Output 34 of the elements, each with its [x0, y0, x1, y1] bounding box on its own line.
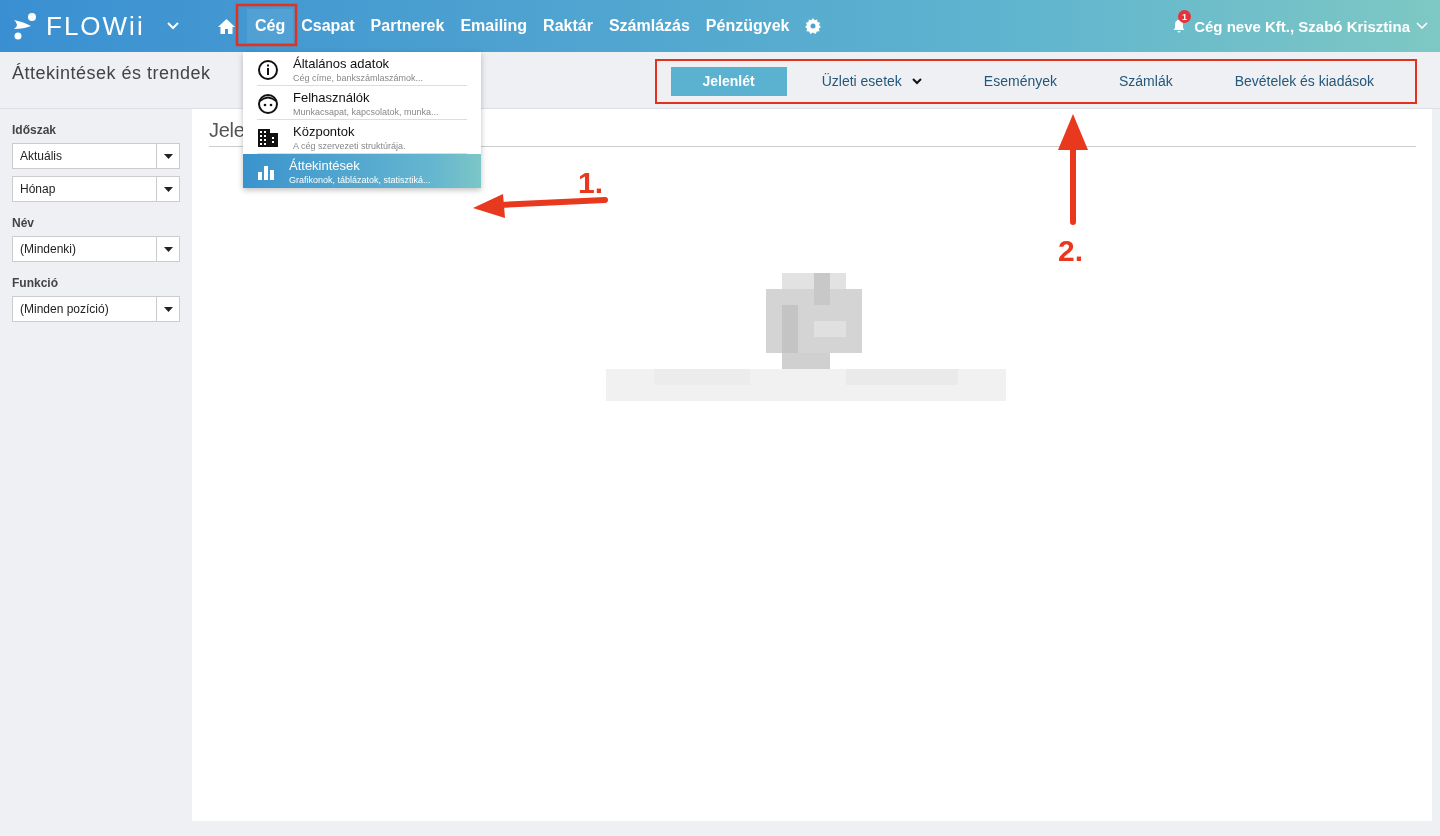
chevron-down-icon[interactable]: [1416, 22, 1428, 30]
logo-icon: [12, 12, 38, 40]
settings-icon[interactable]: [805, 18, 822, 34]
home-icon[interactable]: [218, 18, 235, 34]
logo-text: FLOWii: [46, 10, 145, 42]
bell-icon[interactable]: [1172, 19, 1187, 33]
filter-label: Név: [12, 216, 35, 230]
menu-item[interactable]: Általános adatok Cég címe, bankszámlaszámok...: [243, 52, 481, 86]
caret-icon: [163, 246, 173, 252]
chevron-down-icon: [911, 77, 922, 85]
menu-item[interactable]: Felhasználók Munkacsapat, kapcsolatok, munka...: [243, 86, 481, 120]
bar-chart-icon: [257, 163, 275, 180]
face-icon: [257, 92, 279, 115]
select-field[interactable]: Hónap: [12, 176, 180, 202]
annotation-number: 1.: [578, 166, 604, 200]
tab[interactable]: Bevételek és kiadások: [1207, 66, 1401, 96]
caret-icon: [163, 153, 173, 159]
filter-label: Időszak: [12, 123, 57, 137]
select-field[interactable]: (Minden pozíció): [12, 296, 180, 322]
select-field[interactable]: Aktuális: [12, 143, 180, 169]
caret-icon: [163, 306, 173, 312]
filter-label: Funkció: [12, 276, 59, 290]
page-title: Áttekintések és trendek: [12, 62, 211, 84]
chevron-down-icon[interactable]: [166, 22, 179, 30]
select-field[interactable]: (Mindenki): [12, 236, 180, 262]
highlight-frame: [235, 3, 298, 47]
building-icon: [257, 127, 279, 148]
tab[interactable]: Üzleti esetek: [794, 66, 949, 96]
caret-icon: [163, 186, 173, 192]
annotation-number: 2.: [1058, 234, 1084, 268]
info-icon: [257, 58, 279, 81]
tab[interactable]: Számlák: [1092, 66, 1200, 96]
notification-badge: 1: [1178, 10, 1192, 23]
tab[interactable]: Események: [956, 66, 1084, 96]
